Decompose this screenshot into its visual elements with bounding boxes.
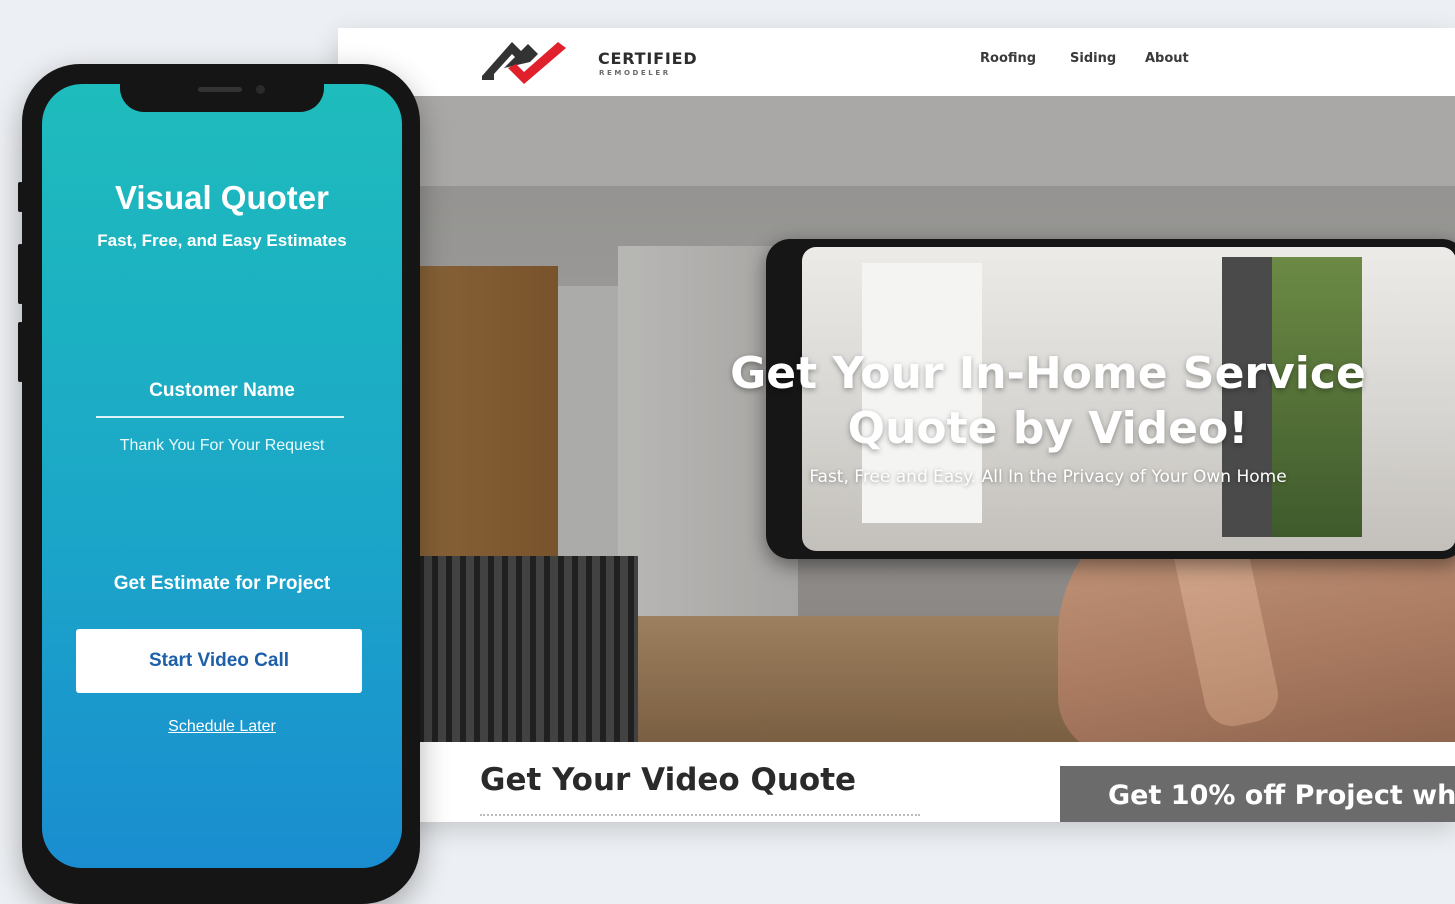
thank-you-message: Thank You For Your Request xyxy=(119,437,325,454)
app-screen: Visual Quoter Fast, Free, and Easy Estim… xyxy=(42,84,402,868)
logo-wordmark: CERTIFIED xyxy=(598,49,698,68)
estimate-label: Get Estimate for Project xyxy=(113,573,331,594)
promo-text: Get 10% off Project wh xyxy=(1108,780,1455,811)
app-title: Visual Quoter xyxy=(115,179,329,216)
section-body-text xyxy=(480,814,920,820)
start-video-call-button[interactable]: Start Video Call xyxy=(76,629,362,693)
hero-subtitle: Fast, Free and Easy. All In the Privacy … xyxy=(809,467,1287,487)
speaker-grille xyxy=(198,87,242,92)
site-header: CERTIFIED REMODELER Roofing Siding About xyxy=(338,28,1455,96)
volume-up-button xyxy=(18,244,23,304)
website-window: CERTIFIED REMODELER Roofing Siding About… xyxy=(338,28,1455,822)
customer-name-label: Customer Name xyxy=(149,380,295,401)
nav-link-about[interactable]: About xyxy=(1145,51,1189,66)
nav-link-roofing[interactable]: Roofing xyxy=(980,51,1036,66)
nav-link-siding[interactable]: Siding xyxy=(1070,51,1116,66)
app-subtitle: Fast, Free, and Easy Estimates xyxy=(97,231,347,250)
quote-section: Get Your Video Quote Get 10% off Project… xyxy=(338,742,1455,822)
certified-remodeler-logo[interactable]: CERTIFIED REMODELER xyxy=(480,34,710,92)
hero-title: Get Your In-Home Service Quote by Video! xyxy=(730,348,1366,454)
hero-banner: Get Your In-Home Service Quote by Video!… xyxy=(338,96,1455,742)
promo-banner[interactable]: Get 10% off Project wh xyxy=(1060,766,1455,822)
front-camera-icon xyxy=(256,85,265,94)
name-divider xyxy=(96,416,344,418)
smartphone-mockup: Visual Quoter Fast, Free, and Easy Estim… xyxy=(18,64,420,904)
roof-check-logo-icon xyxy=(482,42,566,84)
volume-down-button xyxy=(18,322,23,382)
logo-subline: REMODELER xyxy=(599,69,671,77)
silent-switch xyxy=(18,182,23,212)
phone-notch xyxy=(120,84,324,112)
schedule-later-link[interactable]: Schedule Later xyxy=(42,718,402,736)
section-title: Get Your Video Quote xyxy=(480,762,857,798)
